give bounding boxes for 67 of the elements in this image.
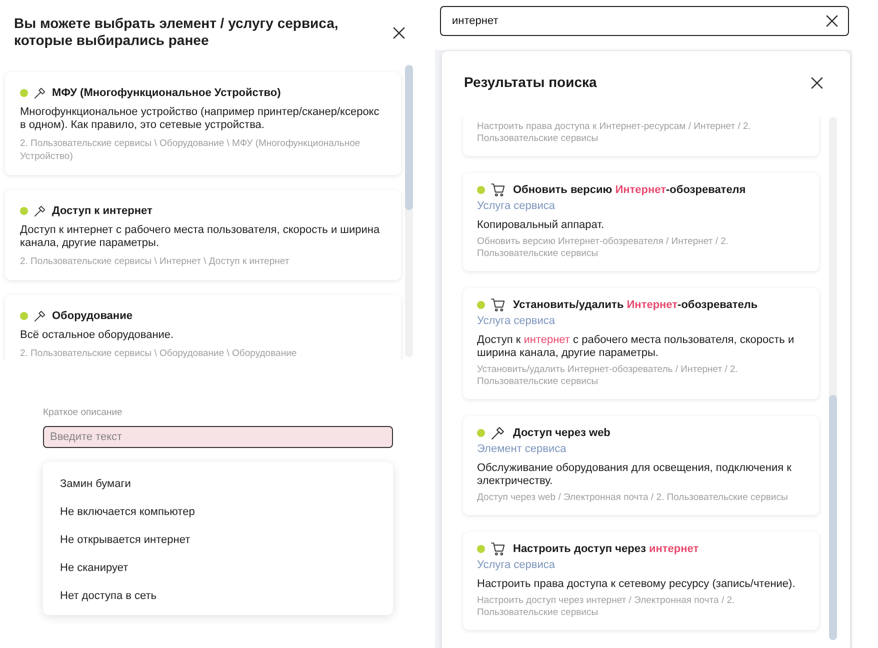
status-dot-icon	[477, 545, 485, 553]
panel-title: Результаты поиска	[464, 73, 598, 91]
text-field[interactable]: Введите текст	[43, 426, 393, 448]
status-dot-icon	[477, 429, 485, 437]
service-type-label: Элемент сервиса	[477, 442, 568, 456]
dropdown-option[interactable]: Не открывается интернет	[43, 526, 393, 554]
search-field[interactable]: интернет	[440, 6, 849, 36]
service-type-label: Услуга сервиса	[477, 199, 556, 213]
hammer-icon	[34, 205, 46, 217]
clear-button[interactable]	[826, 15, 838, 27]
dropdown-option[interactable]: Не включается компьютер	[43, 498, 393, 526]
close-icon	[811, 77, 823, 89]
card-description: Настроить права доступа к сетевому ресурсу (запись/чтение).	[477, 578, 796, 591]
card-path: Настроить права доступа к Интернет-ресурсам / Интернет / 2. Пользовательские сервисы	[477, 121, 752, 145]
dropdown-option[interactable]: Замин бумаги	[43, 470, 393, 498]
card-path: 2. Пользовательские сервисы \ Оборудование \ МФУ (Многофункциональное Устройство)	[20, 137, 362, 163]
card-title: Установить/удалить Интернет-обозреватель	[513, 298, 758, 312]
result-card[interactable]: Доступ через web Элемент сервиса Обслуживание оборудования для освещения, подключения к электричеству. Доступ через web / Электронная почта / 2. Пользовательские сервисы	[463, 416, 819, 515]
cart-icon	[491, 298, 505, 312]
result-card[interactable]: Настроить доступ через интернет Услуга сервиса Настроить права доступа к сетевому ресурсу (запись/чтение). Настроить доступ через интернет / Электронная почта / 2. Пользовательские сервисы	[463, 532, 819, 630]
scrollbar[interactable]	[829, 117, 837, 640]
scrollbar-thumb[interactable]	[829, 395, 837, 640]
card-description: Копировальный аппарат.	[477, 219, 606, 232]
card-path: Настроить доступ через интернет / Электронная почта / 2. Пользовательские сервисы	[477, 595, 736, 619]
status-dot-icon	[477, 301, 485, 309]
close-icon	[826, 15, 838, 27]
card-description: Многофункциональное устройство (например принтер/сканер/ксерокс в одном). Как правило, это сетевые устройства.	[20, 106, 380, 132]
status-dot-icon	[20, 312, 28, 320]
card-title: Доступ к интернет	[52, 204, 152, 218]
cart-icon	[491, 542, 505, 556]
close-button[interactable]	[393, 27, 405, 39]
card-description: Обслуживание оборудования для освещения, подключения к электричеству.	[477, 462, 792, 488]
scrollbar-thumb[interactable]	[405, 65, 413, 210]
dropdown-option[interactable]: Не сканирует	[43, 554, 393, 582]
field-label: Краткое описание	[43, 407, 124, 419]
result-card[interactable]: Обновить версию Интернет-обозревателя Услуга сервиса Копировальный аппарат. Обновить версию Интернет-обозревателя / Интернет / 2. Пользовательские сервисы	[463, 173, 819, 271]
dropdown-option[interactable]: Нет доступа в сеть	[43, 582, 393, 610]
card-path: Обновить версию Интернет-обозревателя / Интернет / 2. Пользовательские сервисы	[477, 236, 730, 260]
cart-icon	[491, 183, 505, 197]
card-title: Настроить доступ через интернет	[513, 542, 699, 556]
close-icon	[393, 27, 405, 39]
card-description: Доступ к интернет с рабочего места пользователя, скорость и ширина канала, другие параметры.	[477, 334, 796, 360]
status-dot-icon	[477, 186, 485, 194]
close-button[interactable]	[811, 77, 823, 89]
service-card[interactable]	[5, 72, 401, 175]
service-card[interactable]: Оборудование Всё остальное оборудование. 2. Пользовательские сервисы \ Оборудование \ Оборудование	[5, 295, 401, 360]
hammer-icon	[491, 426, 505, 440]
status-dot-icon	[20, 89, 28, 97]
card-description: Всё остальное оборудование.	[20, 329, 175, 342]
service-type-label: Услуга сервиса	[477, 314, 556, 328]
scrollbar[interactable]	[405, 65, 413, 357]
card-path: 2. Пользовательские сервисы \ Оборудование \ Оборудование	[20, 347, 298, 360]
card-title: Оборудование	[52, 309, 132, 323]
service-type-label: Услуга сервиса	[477, 558, 556, 572]
card-title: МФУ (Многофункциональное Устройство)	[52, 86, 281, 100]
card-description: Доступ к интернет с рабочего места пользователя, скорость и ширина канала, другие параметры.	[20, 224, 381, 250]
card-title: Доступ через web	[513, 426, 610, 440]
service-card[interactable]: Доступ к интернет Доступ к интернет с рабочего места пользователя, скорость и ширина канала, другие параметры. 2. Пользовательские сервисы \ Интернет \ Доступ к интернет	[5, 190, 401, 280]
card-path: 2. Пользовательские сервисы \ Интернет \ Доступ к интернет	[20, 255, 290, 268]
status-dot-icon	[20, 207, 28, 215]
card-path: Доступ через web / Электронная почта / 2. Пользовательские сервисы	[477, 492, 789, 504]
result-card[interactable]	[463, 288, 819, 399]
card-path: Установить/удалить Интернет-обозреватель / Интернет / 2. Пользовательские сервисы	[477, 364, 739, 388]
card-title: Обновить версию Интернет-обозревателя	[513, 183, 746, 197]
dialog-title: Вы можете выбрать элемент / услугу сервиса, которые выбирались ранее	[14, 15, 340, 49]
hammer-icon	[34, 310, 46, 322]
hammer-icon	[34, 87, 46, 99]
